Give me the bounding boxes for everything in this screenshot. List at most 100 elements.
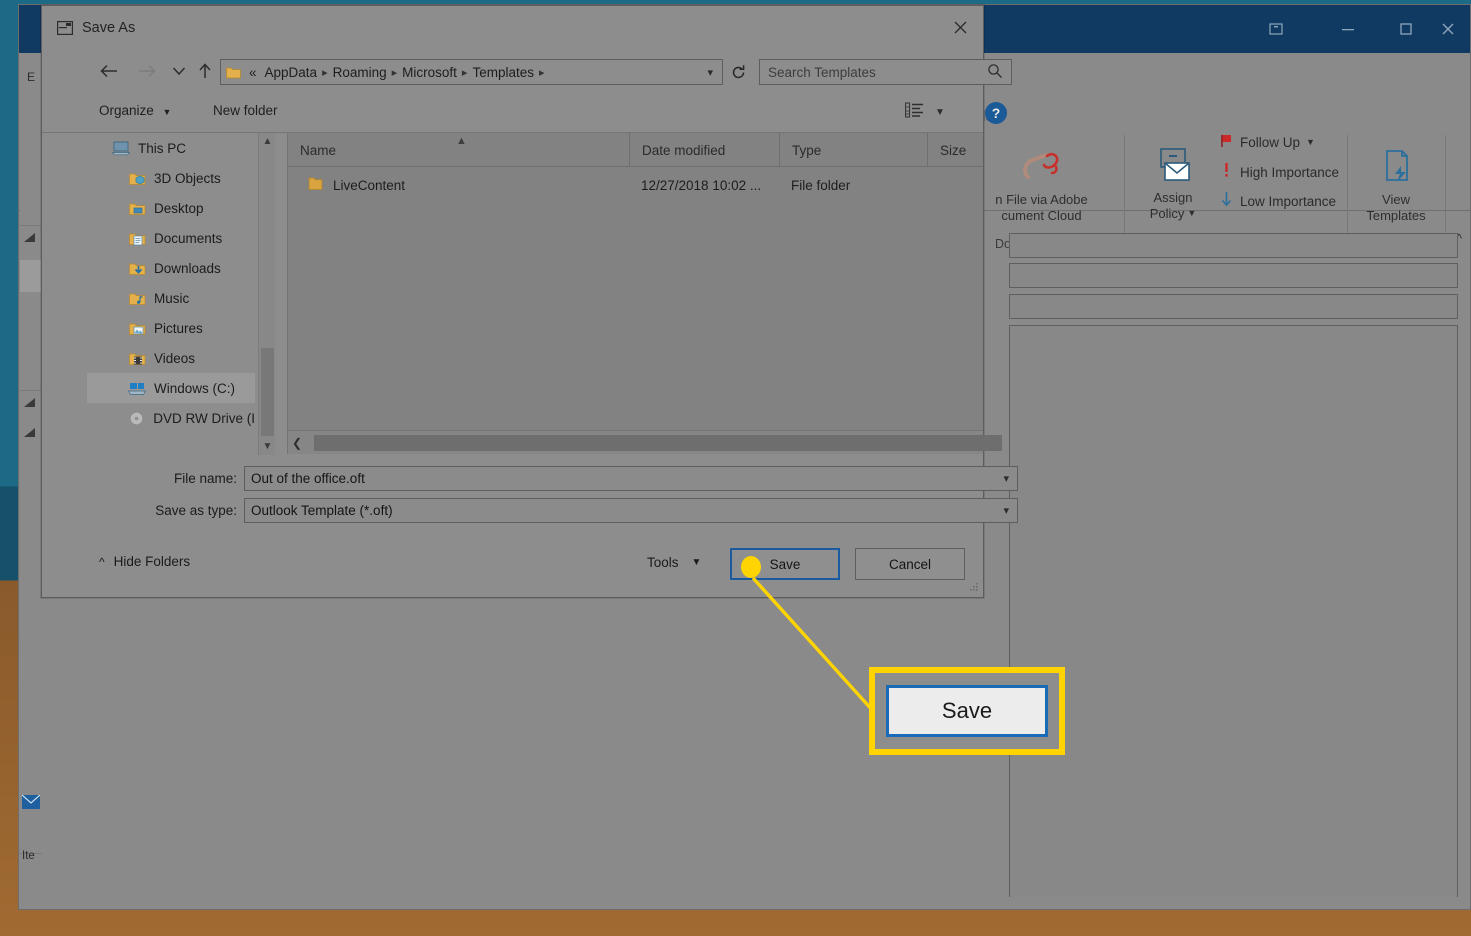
compose-field-subject[interactable] (1009, 294, 1458, 319)
breadcrumb-microsoft[interactable]: Microsoft (398, 65, 461, 80)
file-name-input[interactable]: Out of the office.oft ▾ (244, 466, 1018, 491)
hide-folders-label: Hide Folders (113, 554, 191, 569)
tools-button[interactable]: Tools ▼ (647, 555, 701, 570)
close-icon[interactable] (1425, 5, 1471, 53)
chevron-down-icon[interactable]: ▼ (259, 438, 276, 455)
sidebar-item-dvd-drive[interactable]: DVD RW Drive (I (87, 403, 255, 433)
breadcrumb-overflow[interactable]: « (245, 65, 261, 80)
dialog-title-bar: Save As (42, 6, 983, 49)
column-header-label: Date modified (642, 142, 726, 158)
chevron-down-icon[interactable]: ▾ (1003, 472, 1017, 485)
view-templates-label-line2: Templates (1366, 207, 1426, 223)
cancel-button[interactable]: Cancel (855, 548, 965, 580)
chevron-right-icon[interactable]: ▸ (321, 66, 329, 79)
mail-module-icon[interactable] (21, 794, 41, 814)
arrow-right-icon[interactable] (132, 56, 162, 86)
breadcrumb-roaming[interactable]: Roaming (329, 65, 391, 80)
maximize-icon[interactable] (1383, 5, 1429, 53)
table-row[interactable]: LiveContent 12/27/2018 10:02 ... File fo… (288, 167, 983, 203)
sidebar-item-desktop[interactable]: Desktop (87, 193, 255, 223)
chevron-down-icon[interactable]: ▼ (1306, 137, 1315, 147)
column-header-date-modified[interactable]: Date modified (629, 133, 779, 167)
search-input[interactable]: Search Templates (759, 59, 1012, 85)
chevron-right-icon[interactable]: ▸ (538, 66, 546, 79)
horizontal-scrollbar[interactable]: ❮ ❯ (288, 430, 1002, 454)
resize-grip-icon[interactable] (967, 581, 979, 593)
sidebar-item-this-pc[interactable]: This PC (87, 133, 255, 163)
collapse-triangle-icon[interactable] (23, 425, 37, 443)
sidebar-item-documents[interactable]: Documents (87, 223, 255, 253)
column-header-type[interactable]: Type (779, 133, 927, 167)
follow-up-button[interactable]: Follow Up ▼ (1219, 133, 1315, 151)
windows-drive-icon (127, 381, 147, 396)
chevron-right-icon[interactable]: ▸ (391, 66, 399, 79)
dialog-fields: File name: Out of the office.oft ▾ Save … (42, 454, 1018, 544)
sidebar-item-label: Music (154, 290, 190, 306)
sidebar-item-music[interactable]: Music (87, 283, 255, 313)
chevron-up-icon[interactable]: ▲ (259, 133, 276, 150)
minimize-icon[interactable] (1325, 5, 1371, 53)
dvd-drive-icon (127, 411, 146, 426)
scrollbar-thumb[interactable] (314, 435, 1002, 451)
sidebar-item-videos[interactable]: Videos (87, 343, 255, 373)
chevron-left-icon[interactable]: ❮ (288, 436, 306, 450)
organize-button[interactable]: Organize ▼ (99, 103, 171, 118)
file-name-label: LiveContent (333, 177, 406, 193)
nav-selected-item[interactable] (20, 260, 42, 292)
save-button-label: Save (769, 556, 801, 572)
save-as-type-select[interactable]: Outlook Template (*.oft) ▾ (244, 498, 1018, 523)
chevron-up-icon: ^ (99, 554, 105, 569)
tools-label: Tools (647, 555, 679, 570)
chevron-down-icon[interactable]: ▼ (163, 107, 172, 117)
low-importance-button[interactable]: Low Importance (1219, 191, 1336, 211)
file-list[interactable]: Name ▲ Date modified Type Size LiveConte… (287, 133, 1002, 454)
column-header-label: Name (300, 142, 337, 158)
view-templates-button[interactable]: View Templates (1350, 147, 1442, 223)
dialog-command-bar: Organize ▼ New folder ▼ (42, 94, 983, 132)
sidebar-item-3d-objects[interactable]: 3D Objects (87, 163, 255, 193)
chevron-down-icon[interactable]: ▾ (707, 66, 719, 79)
breadcrumb-appdata[interactable]: AppData (261, 65, 322, 80)
tree-scrollbar[interactable]: ▲ ▼ (258, 133, 275, 455)
collapse-triangle-icon[interactable] (23, 230, 37, 248)
sidebar-item-downloads[interactable]: Downloads (87, 253, 255, 283)
new-folder-button[interactable]: New folder (213, 103, 278, 118)
dialog-title: Save As (82, 19, 136, 36)
address-bar[interactable]: « AppData ▸ Roaming ▸ Microsoft ▸ Templa… (220, 59, 723, 85)
ribbon-separator (1124, 135, 1125, 239)
file-name-cell[interactable]: LiveContent (308, 167, 405, 203)
navigation-tree[interactable]: This PC 3D Objects Desktop Documents Dow… (87, 133, 255, 455)
chevron-right-icon[interactable]: ▸ (461, 66, 469, 79)
column-header-label: Size (940, 142, 967, 158)
chevron-down-icon[interactable]: ▼ (692, 557, 702, 568)
chevron-down-icon[interactable]: ▾ (1003, 504, 1017, 517)
high-importance-button[interactable]: High Importance (1219, 162, 1339, 182)
assign-policy-button[interactable]: Assign Policy ▼ (1135, 145, 1211, 221)
compose-field-to[interactable] (1009, 233, 1458, 258)
sidebar-item-pictures[interactable]: Pictures (87, 313, 255, 343)
chevron-down-icon[interactable]: ▼ (935, 107, 945, 118)
help-button[interactable]: ? (985, 102, 1007, 124)
compose-body[interactable] (1009, 325, 1458, 897)
save-button[interactable]: Save (730, 548, 840, 580)
sort-ascending-icon: ▲ (456, 135, 467, 147)
sidebar-item-windows-c[interactable]: Windows (C:) (87, 373, 255, 403)
sidebar-item-label: Documents (154, 230, 223, 246)
collapse-triangle-icon[interactable] (23, 395, 37, 413)
sidebar-item-label: Pictures (154, 320, 203, 336)
chevron-down-icon[interactable]: ▼ (1187, 208, 1196, 219)
arrow-left-icon[interactable] (94, 56, 124, 86)
compose-field-cc[interactable] (1009, 263, 1458, 288)
search-icon[interactable] (987, 63, 1003, 82)
breadcrumb-templates[interactable]: Templates (468, 65, 538, 80)
scrollbar-thumb[interactable] (261, 348, 274, 436)
refresh-icon[interactable] (726, 59, 750, 85)
close-icon[interactable] (937, 6, 983, 49)
file-name-value: Out of the office.oft (251, 471, 365, 486)
touch-mode-icon[interactable] (1253, 5, 1299, 53)
column-header-size[interactable]: Size (927, 133, 1027, 167)
arrow-up-icon[interactable] (190, 56, 220, 86)
help-label: ? (991, 105, 1001, 121)
view-mode-button[interactable]: ▼ (905, 102, 945, 122)
hide-folders-button[interactable]: ^ Hide Folders (99, 554, 190, 569)
